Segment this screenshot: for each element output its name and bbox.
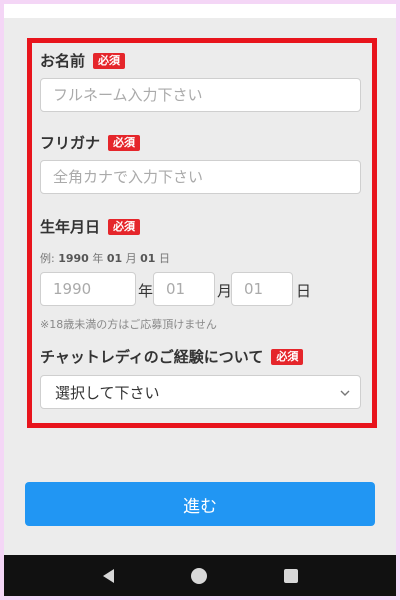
- month-unit: 月: [217, 282, 233, 300]
- kana-label-row: フリガナ 必須: [40, 132, 141, 153]
- submit-button[interactable]: 進む: [25, 482, 375, 526]
- example-year-unit: 年: [88, 252, 107, 265]
- required-badge: 必須: [271, 348, 304, 365]
- birthday-example: 例: 1990 年 01 月 01 日: [40, 250, 170, 266]
- top-bar: [4, 4, 396, 18]
- experience-select[interactable]: 選択して下さい: [40, 375, 361, 409]
- example-day-unit: 日: [155, 252, 170, 265]
- recents-square-icon[interactable]: [283, 568, 298, 583]
- required-badge: 必須: [93, 52, 126, 69]
- home-circle-icon[interactable]: [190, 567, 207, 584]
- birth-day-input[interactable]: [231, 272, 293, 306]
- kana-label: フリガナ: [40, 134, 101, 152]
- required-badge: 必須: [108, 218, 141, 235]
- kana-input[interactable]: [40, 160, 361, 194]
- system-nav-bar: [4, 555, 396, 596]
- name-label-row: お名前 必須: [40, 50, 126, 71]
- name-label: お名前: [40, 52, 86, 70]
- birth-year-input[interactable]: [40, 272, 136, 306]
- app-screen: お名前 必須 フリガナ 必須 生年月日 必須 例: 1990 年 01 月 01…: [4, 4, 396, 596]
- back-triangle-icon[interactable]: [102, 568, 114, 583]
- experience-selected-value: 選択して下さい: [55, 383, 160, 402]
- age-restriction-note: ※18歳未満の方はご応募頂けません: [40, 318, 217, 331]
- example-month-unit: 月: [122, 252, 141, 265]
- example-day: 01: [140, 252, 156, 265]
- experience-label: チャットレディのご経験について: [40, 348, 264, 366]
- birth-month-input[interactable]: [153, 272, 215, 306]
- example-year: 1990: [58, 252, 89, 265]
- chevron-down-icon: [340, 386, 350, 399]
- example-month: 01: [106, 252, 123, 265]
- day-unit: 日: [296, 282, 312, 300]
- name-input[interactable]: [40, 78, 361, 112]
- required-badge: 必須: [108, 134, 141, 151]
- year-unit: 年: [138, 282, 154, 300]
- experience-label-row: チャットレディのご経験について 必須: [40, 346, 304, 367]
- birthday-label: 生年月日: [40, 218, 101, 236]
- birthday-label-row: 生年月日 必須: [40, 216, 141, 237]
- example-prefix: 例:: [40, 252, 59, 265]
